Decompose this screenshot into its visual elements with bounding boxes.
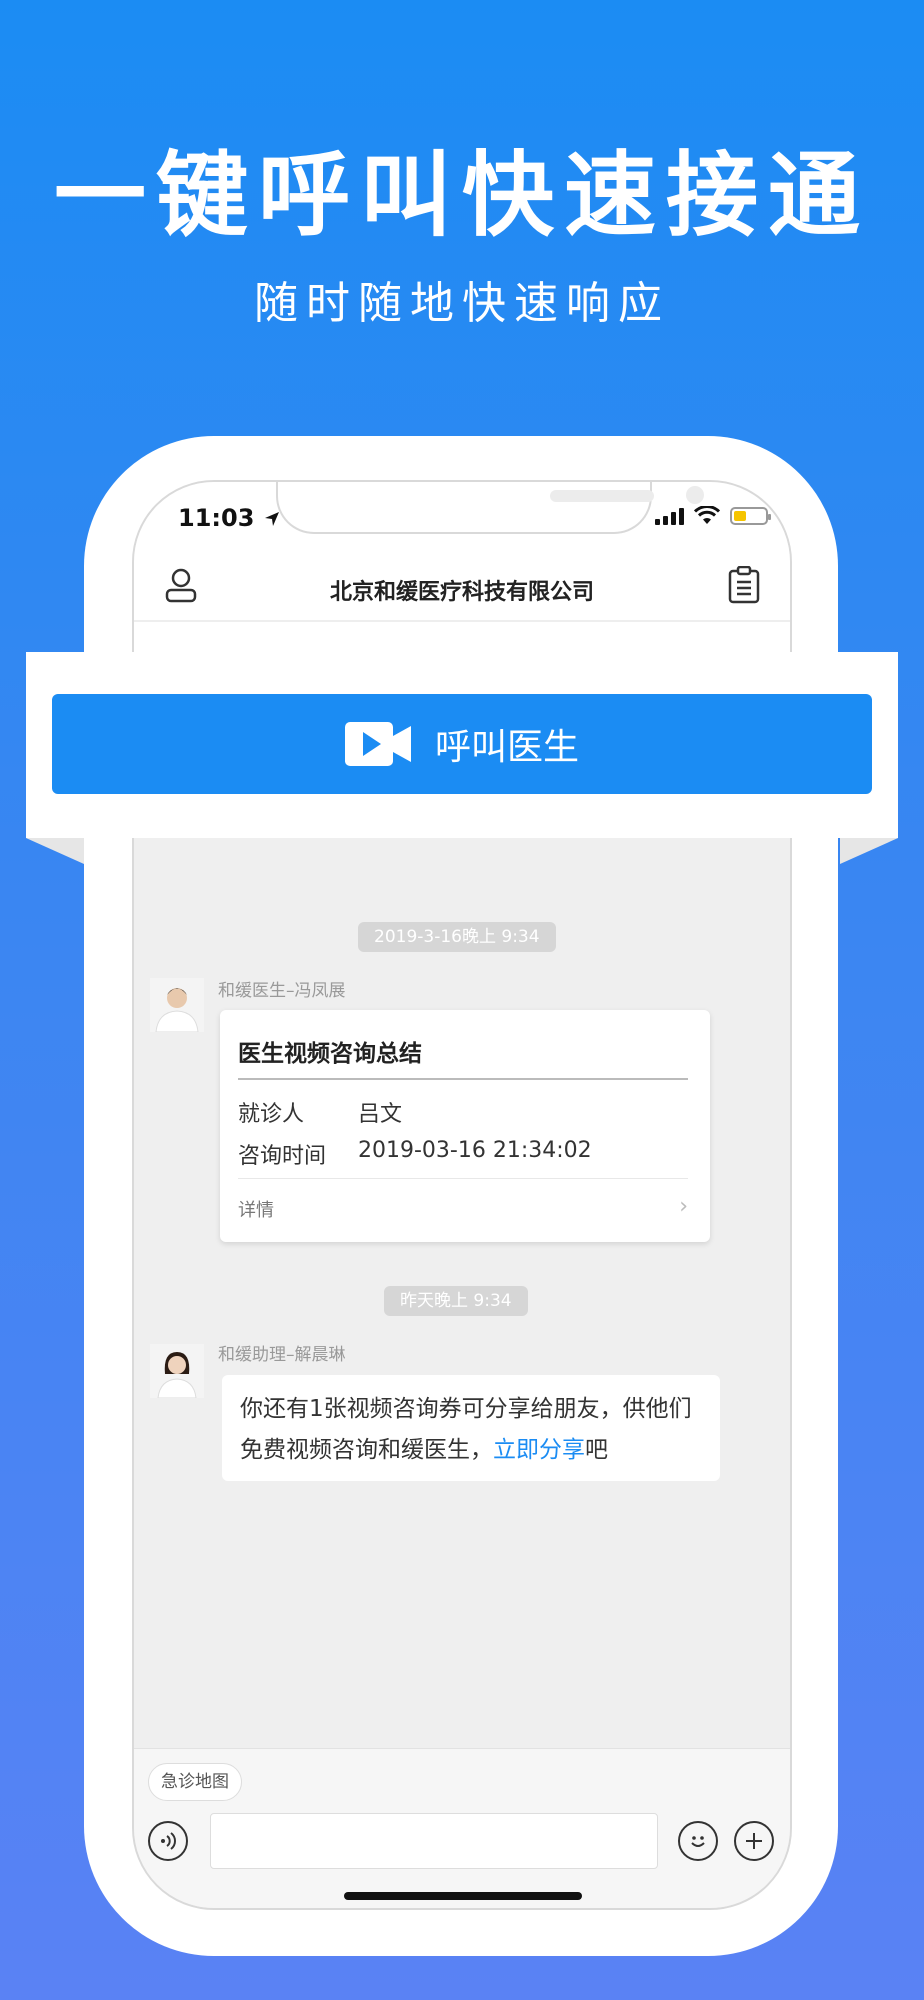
card-row-value: 吕文 [358,1102,403,1127]
home-indicator [344,1892,582,1900]
card-row-time: 咨询时间 2019-03-16 21:34:02 [238,1138,592,1170]
speaker [550,490,654,502]
timestamp-2: 昨天晚上 9:34 [384,1286,528,1316]
call-doctor-label: 呼叫医生 [434,727,579,768]
status-time-text: 11:03 [178,504,255,532]
status-indicators [655,506,771,526]
video-camera-icon [344,722,411,766]
location-arrow-icon [264,512,279,526]
card-detail-link[interactable]: 详情 [238,1196,274,1222]
card-divider [238,1078,688,1080]
promo-subline: 随时随地快速响应 [254,278,670,329]
signal-icon [655,507,684,525]
sender-assistant: 和缓助理–解晨琳 [218,1345,346,1365]
emoji-icon[interactable] [678,1821,718,1861]
nav-divider [134,620,790,622]
share-link[interactable]: 立即分享 [493,1437,585,1463]
bubble-text: 你还有1张视频咨询券可分享给朋友，供他们免费视频咨询和缓医生， [240,1396,692,1463]
battery-icon [730,507,771,525]
promo-headline: 一键呼叫快速接通 [53,142,870,249]
sender-doctor: 和缓医生–冯凤展 [218,981,346,1001]
plus-icon[interactable] [734,1821,774,1861]
voice-icon[interactable] [148,1821,188,1861]
card-title: 医生视频咨询总结 [238,1041,422,1067]
status-time: 11:03 [178,504,281,532]
card-divider-2 [238,1178,688,1179]
screen-header: 11:03 北京和缓医疗科技有限公司 [134,482,790,656]
camera [686,486,704,504]
wifi-icon [694,506,720,524]
summary-card[interactable]: 医生视频咨询总结 就诊人 吕文 咨询时间 2019-03-16 21:34:02… [220,1010,710,1242]
timestamp-1: 2019-3-16晚上 9:34 [358,922,556,952]
call-band-shadow-left [26,838,84,864]
emergency-map-chip[interactable]: 急诊地图 [148,1763,242,1801]
clipboard-icon[interactable] [728,566,760,604]
card-row-label: 就诊人 [238,1102,305,1127]
call-doctor-button[interactable]: 呼叫医生 [52,694,872,794]
message-input[interactable] [210,1813,658,1869]
share-bubble: 你还有1张视频咨询券可分享给朋友，供他们免费视频咨询和缓医生，立即分享吧 [222,1375,720,1481]
bubble-text-end: 吧 [585,1437,608,1463]
bottom-bar: 急诊地图 [134,1748,790,1908]
card-row-value: 2019-03-16 21:34:02 [358,1138,592,1163]
card-row-patient: 就诊人 吕文 [238,1096,402,1128]
card-row-label: 咨询时间 [238,1144,327,1169]
call-band-shadow-right [840,838,898,864]
avatar-doctor [150,978,204,1032]
chevron-right-icon: › [679,1194,688,1219]
notch [276,482,704,534]
nav-title: 北京和缓医疗科技有限公司 [329,580,594,605]
avatar-assistant [150,1344,204,1398]
